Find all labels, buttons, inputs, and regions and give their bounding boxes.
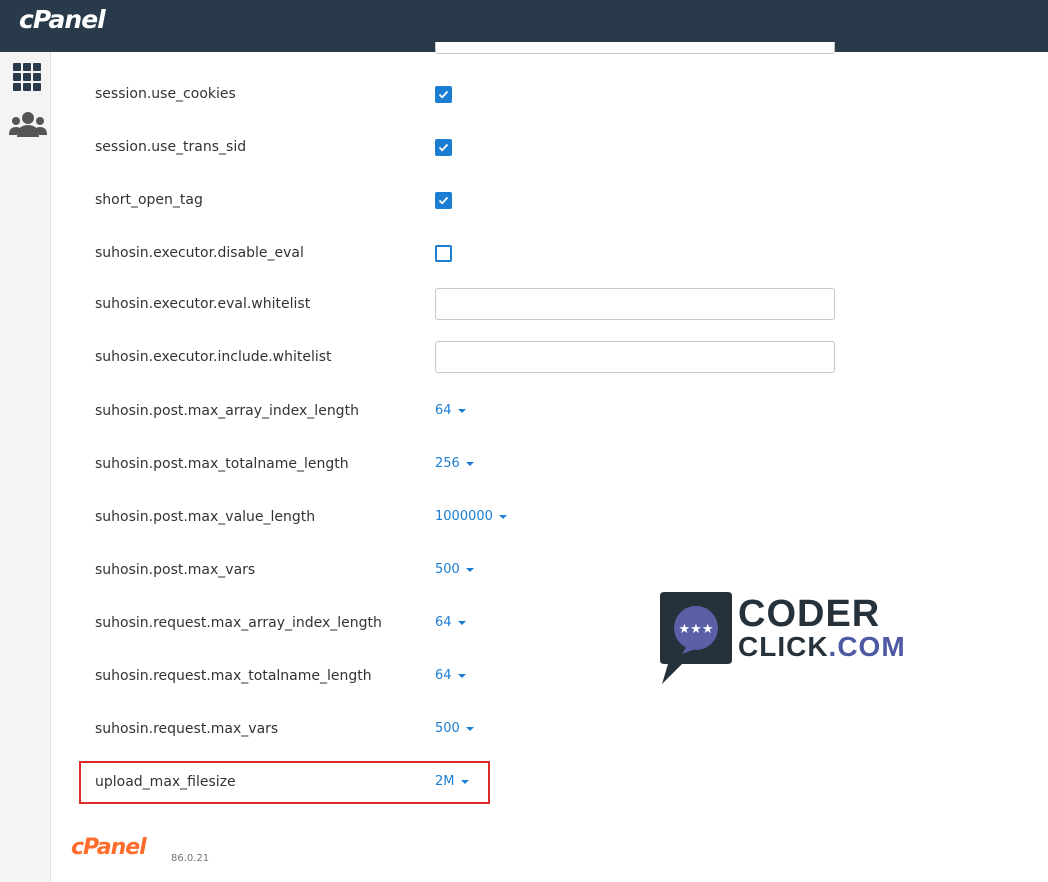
setting-checkbox[interactable] bbox=[435, 86, 452, 103]
caret-down-icon bbox=[465, 567, 474, 572]
setting-label: suhosin.request.max_totalname_length bbox=[95, 668, 372, 684]
dropdown-value: 500 bbox=[435, 721, 460, 736]
caret-down-icon bbox=[457, 673, 466, 678]
coderclick-watermark: ★★★ CODER CLICK.COM bbox=[660, 592, 920, 684]
setting-label: suhosin.executor.disable_eval bbox=[95, 245, 304, 261]
grid-icon[interactable] bbox=[13, 63, 41, 91]
setting-label: suhosin.post.max_vars bbox=[95, 562, 256, 578]
highlight-box bbox=[79, 761, 490, 804]
left-sidebar bbox=[0, 52, 51, 882]
setting-label: suhosin.post.max_value_length bbox=[95, 509, 316, 525]
cpanel-logo[interactable]: cPanel bbox=[19, 5, 106, 34]
watermark-dotcom-text: .COM bbox=[828, 631, 906, 662]
setting-label: session.use_trans_sid bbox=[95, 139, 247, 155]
setting-label: short_open_tag bbox=[95, 192, 203, 208]
watermark-line2: CLICK.COM bbox=[738, 632, 906, 662]
watermark-line1: CODER bbox=[738, 593, 881, 635]
setting-label: suhosin.request.max_array_index_length bbox=[95, 615, 382, 631]
checkmark-icon bbox=[438, 143, 449, 152]
caret-down-icon bbox=[498, 514, 507, 519]
setting-dropdown[interactable]: 500 bbox=[435, 560, 474, 580]
setting-checkbox[interactable] bbox=[435, 139, 452, 156]
setting-text-input[interactable] bbox=[435, 341, 835, 373]
setting-label: suhosin.post.max_totalname_length bbox=[95, 456, 349, 472]
users-icon[interactable] bbox=[9, 111, 47, 139]
dropdown-value: 64 bbox=[435, 403, 452, 418]
caret-down-icon bbox=[457, 620, 466, 625]
dropdown-value: 64 bbox=[435, 615, 452, 630]
previous-setting-input[interactable] bbox=[435, 42, 835, 54]
footer-cpanel-logo: cPanel bbox=[71, 835, 147, 860]
setting-dropdown[interactable]: 256 bbox=[435, 454, 474, 474]
checkmark-icon bbox=[438, 196, 449, 205]
dropdown-value: 1000000 bbox=[435, 509, 493, 524]
caret-down-icon bbox=[465, 461, 474, 466]
setting-checkbox[interactable] bbox=[435, 192, 452, 209]
dropdown-value: 256 bbox=[435, 456, 460, 471]
caret-down-icon bbox=[457, 408, 466, 413]
setting-dropdown[interactable]: 64 bbox=[435, 613, 466, 633]
dropdown-value: 64 bbox=[435, 668, 452, 683]
setting-checkbox[interactable] bbox=[435, 245, 452, 262]
setting-dropdown[interactable]: 64 bbox=[435, 401, 466, 421]
setting-label: suhosin.executor.include.whitelist bbox=[95, 349, 332, 365]
setting-label: session.use_cookies bbox=[95, 86, 236, 102]
speech-bubble-icon: ★★★ bbox=[660, 592, 732, 684]
dropdown-value: 500 bbox=[435, 562, 460, 577]
checkmark-icon bbox=[438, 90, 449, 99]
svg-text:★★★: ★★★ bbox=[679, 622, 714, 637]
watermark-click-text: CLICK bbox=[738, 631, 829, 662]
setting-label: suhosin.executor.eval.whitelist bbox=[95, 296, 311, 312]
setting-dropdown[interactable]: 1000000 bbox=[435, 507, 507, 527]
setting-dropdown[interactable]: 500 bbox=[435, 719, 474, 739]
setting-label: suhosin.request.max_vars bbox=[95, 721, 279, 737]
setting-text-input[interactable] bbox=[435, 288, 835, 320]
footer-version: 86.0.21 bbox=[171, 853, 210, 864]
caret-down-icon bbox=[465, 726, 474, 731]
setting-dropdown[interactable]: 64 bbox=[435, 666, 466, 686]
setting-label: suhosin.post.max_array_index_length bbox=[95, 403, 359, 419]
